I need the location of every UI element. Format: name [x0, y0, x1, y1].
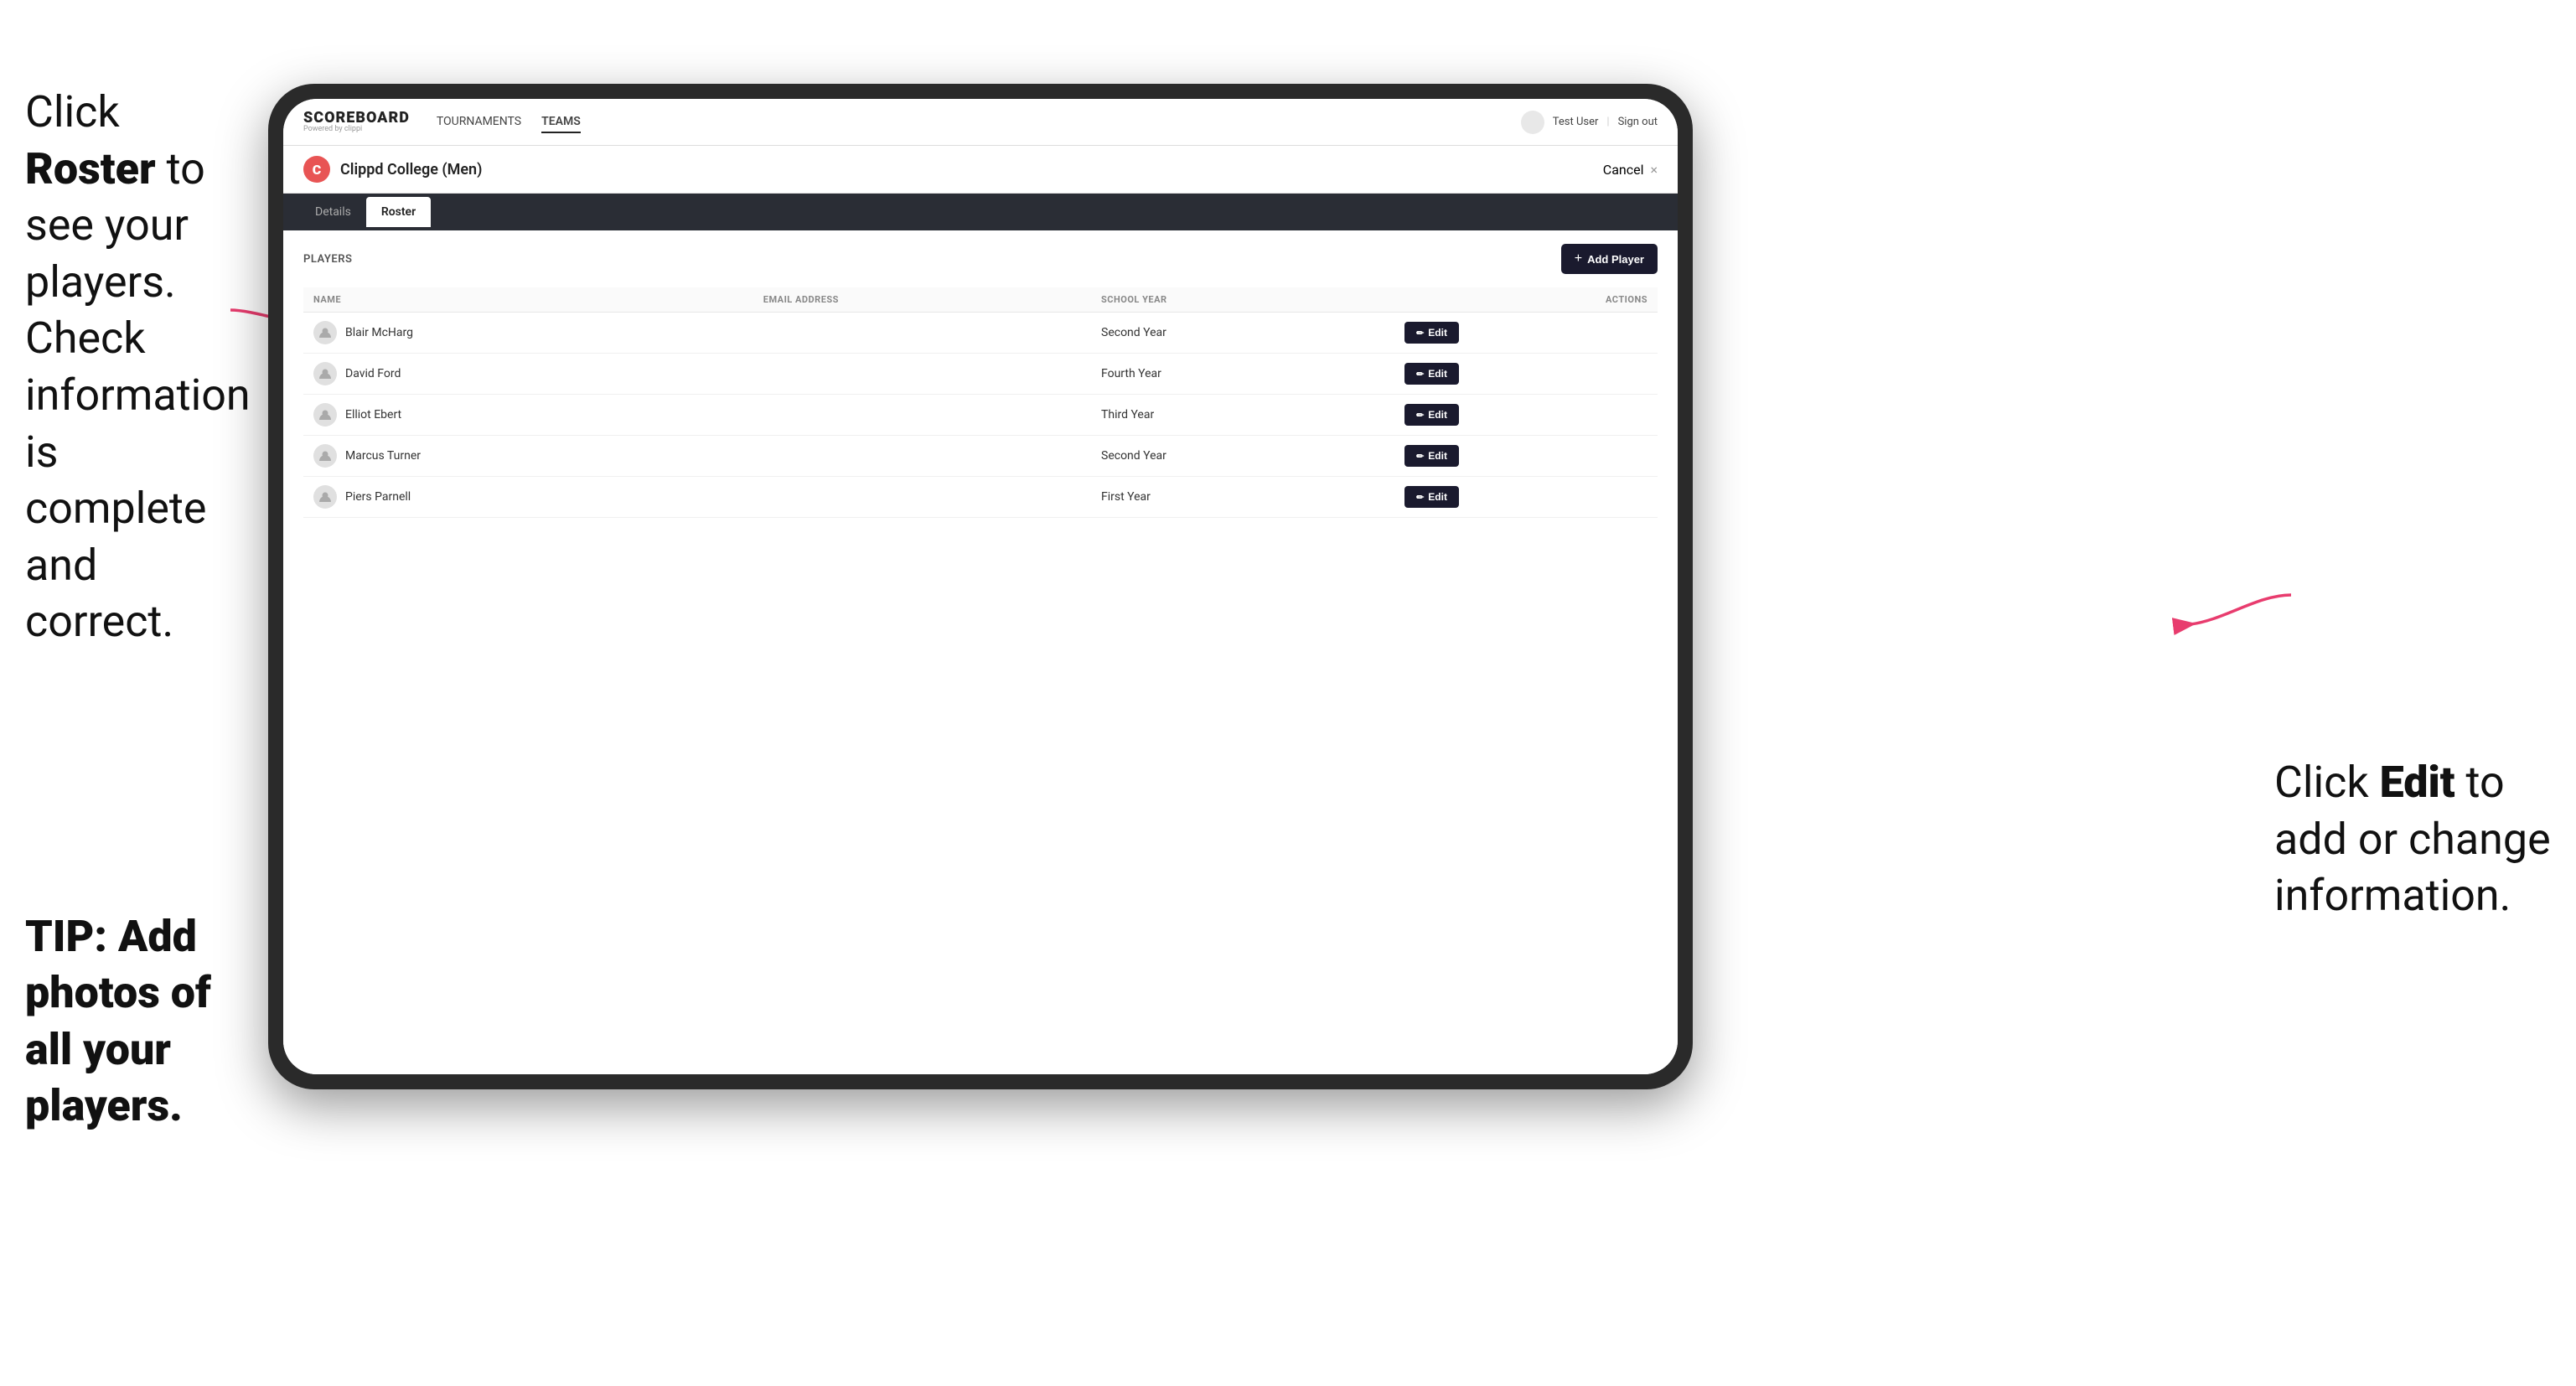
player-email-1	[753, 354, 1091, 395]
right-instruction-block: Click Edit to add or change information.	[2274, 754, 2559, 924]
col-name: NAME	[303, 287, 753, 313]
player-name-cell-2: Elliot Ebert	[303, 395, 753, 436]
tab-bar: Details Roster	[283, 194, 1678, 230]
player-school-year-0: Second Year	[1091, 313, 1394, 354]
edit-button-0[interactable]: ✏ Edit	[1404, 322, 1459, 344]
team-info: C Clippd College (Men)	[303, 156, 482, 183]
team-logo: C	[303, 156, 330, 183]
edit-button-1[interactable]: ✏ Edit	[1404, 363, 1459, 385]
team-name: Clippd College (Men)	[340, 161, 482, 178]
edit-button-2[interactable]: ✏ Edit	[1404, 404, 1459, 426]
edit-label-0: Edit	[1428, 327, 1447, 339]
table-row: David Ford Fourth Year ✏ Edit	[303, 354, 1658, 395]
player-actions-1: ✏ Edit	[1394, 354, 1658, 395]
edit-button-3[interactable]: ✏ Edit	[1404, 445, 1459, 467]
player-actions-4: ✏ Edit	[1394, 477, 1658, 518]
table-row: Piers Parnell First Year ✏ Edit	[303, 477, 1658, 518]
player-avatar-1	[313, 362, 337, 385]
right-instruction-text: Click Edit to add or change information.	[2274, 754, 2559, 924]
player-avatar-2	[313, 403, 337, 427]
player-school-year-4: First Year	[1091, 477, 1394, 518]
player-actions-3: ✏ Edit	[1394, 436, 1658, 477]
player-avatar-3	[313, 444, 337, 468]
cancel-x: ×	[1650, 162, 1658, 178]
brand-name: SCOREBOARD	[303, 111, 410, 126]
edit-bold: Edit	[2380, 757, 2455, 808]
player-email-2	[753, 395, 1091, 436]
nav-tournaments[interactable]: TOURNAMENTS	[437, 111, 521, 133]
user-avatar	[1521, 111, 1544, 134]
cancel-label: Cancel	[1603, 162, 1644, 178]
brand-sub: Powered by clippi	[303, 126, 410, 133]
app-container: SCOREBOARD Powered by clippi TOURNAMENTS…	[283, 99, 1678, 1074]
player-name-cell-4: Piers Parnell	[303, 477, 753, 518]
players-label: PLAYERS	[303, 253, 352, 266]
left-instruction-block: Click Roster to see your players. Check …	[0, 67, 260, 667]
cancel-button[interactable]: Cancel ×	[1603, 162, 1658, 178]
nav-separator: |	[1606, 116, 1609, 128]
nav-left: SCOREBOARD Powered by clippi TOURNAMENTS…	[303, 111, 581, 133]
tablet-device: SCOREBOARD Powered by clippi TOURNAMENTS…	[268, 84, 1693, 1089]
player-name-1: David Ford	[345, 367, 401, 380]
edit-label-2: Edit	[1428, 409, 1447, 421]
player-name-cell-3: Marcus Turner	[303, 436, 753, 477]
content-area: PLAYERS + Add Player NAME EMAIL ADDRESS	[283, 230, 1678, 1074]
left-instruction-text: Click Roster to see your players. Check …	[25, 84, 235, 650]
player-name-cell-0: Blair McHarg	[303, 313, 753, 354]
player-avatar-4	[313, 485, 337, 509]
col-school-year: SCHOOL YEAR	[1091, 287, 1394, 313]
col-email: EMAIL ADDRESS	[753, 287, 1091, 313]
table-header-row: NAME EMAIL ADDRESS SCHOOL YEAR ACTIONS	[303, 287, 1658, 313]
edit-icon-0: ✏	[1416, 328, 1424, 339]
table-row: Marcus Turner Second Year ✏ Edit	[303, 436, 1658, 477]
nav-right: Test User | Sign out	[1521, 111, 1658, 134]
player-name-cell-1: David Ford	[303, 354, 753, 395]
col-actions: ACTIONS	[1394, 287, 1658, 313]
table-row: Elliot Ebert Third Year ✏ Edit	[303, 395, 1658, 436]
tab-roster[interactable]: Roster	[366, 197, 431, 227]
add-player-button[interactable]: + Add Player	[1561, 244, 1658, 274]
player-name-0: Blair McHarg	[345, 326, 413, 339]
player-school-year-1: Fourth Year	[1091, 354, 1394, 395]
edit-icon-3: ✏	[1416, 451, 1424, 462]
player-school-year-3: Second Year	[1091, 436, 1394, 477]
player-school-year-2: Third Year	[1091, 395, 1394, 436]
players-section: PLAYERS + Add Player NAME EMAIL ADDRESS	[283, 230, 1678, 531]
edit-label-3: Edit	[1428, 450, 1447, 462]
edit-label-4: Edit	[1428, 491, 1447, 503]
user-name: Test User	[1553, 116, 1599, 128]
players-header: PLAYERS + Add Player	[303, 244, 1658, 274]
tip-block: TIP: Add photos of all your players.	[0, 892, 277, 1151]
player-actions-0: ✏ Edit	[1394, 313, 1658, 354]
plus-icon: +	[1575, 251, 1582, 266]
player-name-3: Marcus Turner	[345, 449, 421, 463]
nav-teams[interactable]: TEAMS	[541, 111, 581, 133]
player-avatar-0	[313, 321, 337, 344]
edit-icon-1: ✏	[1416, 369, 1424, 380]
edit-label-1: Edit	[1428, 368, 1447, 380]
tip-text: TIP: Add photos of all your players.	[25, 908, 251, 1135]
sign-out-link[interactable]: Sign out	[1618, 116, 1658, 128]
roster-table: NAME EMAIL ADDRESS SCHOOL YEAR ACTIONS	[303, 287, 1658, 518]
player-name-4: Piers Parnell	[345, 490, 411, 504]
edit-button-4[interactable]: ✏ Edit	[1404, 486, 1459, 508]
tablet-screen: SCOREBOARD Powered by clippi TOURNAMENTS…	[283, 99, 1678, 1074]
roster-bold: Roster	[25, 143, 156, 194]
player-email-3	[753, 436, 1091, 477]
player-email-0	[753, 313, 1091, 354]
table-row: Blair McHarg Second Year ✏ Edit	[303, 313, 1658, 354]
nav-links: TOURNAMENTS TEAMS	[437, 111, 581, 133]
player-name-2: Elliot Ebert	[345, 408, 401, 421]
tab-details[interactable]: Details	[300, 197, 366, 227]
top-nav: SCOREBOARD Powered by clippi TOURNAMENTS…	[283, 99, 1678, 146]
right-arrow-annotation	[2182, 578, 2299, 645]
player-actions-2: ✏ Edit	[1394, 395, 1658, 436]
team-header: C Clippd College (Men) Cancel ×	[283, 146, 1678, 194]
edit-icon-2: ✏	[1416, 410, 1424, 421]
add-player-label: Add Player	[1587, 253, 1644, 266]
brand-logo: SCOREBOARD Powered by clippi	[303, 111, 410, 133]
edit-icon-4: ✏	[1416, 492, 1424, 503]
player-email-4	[753, 477, 1091, 518]
